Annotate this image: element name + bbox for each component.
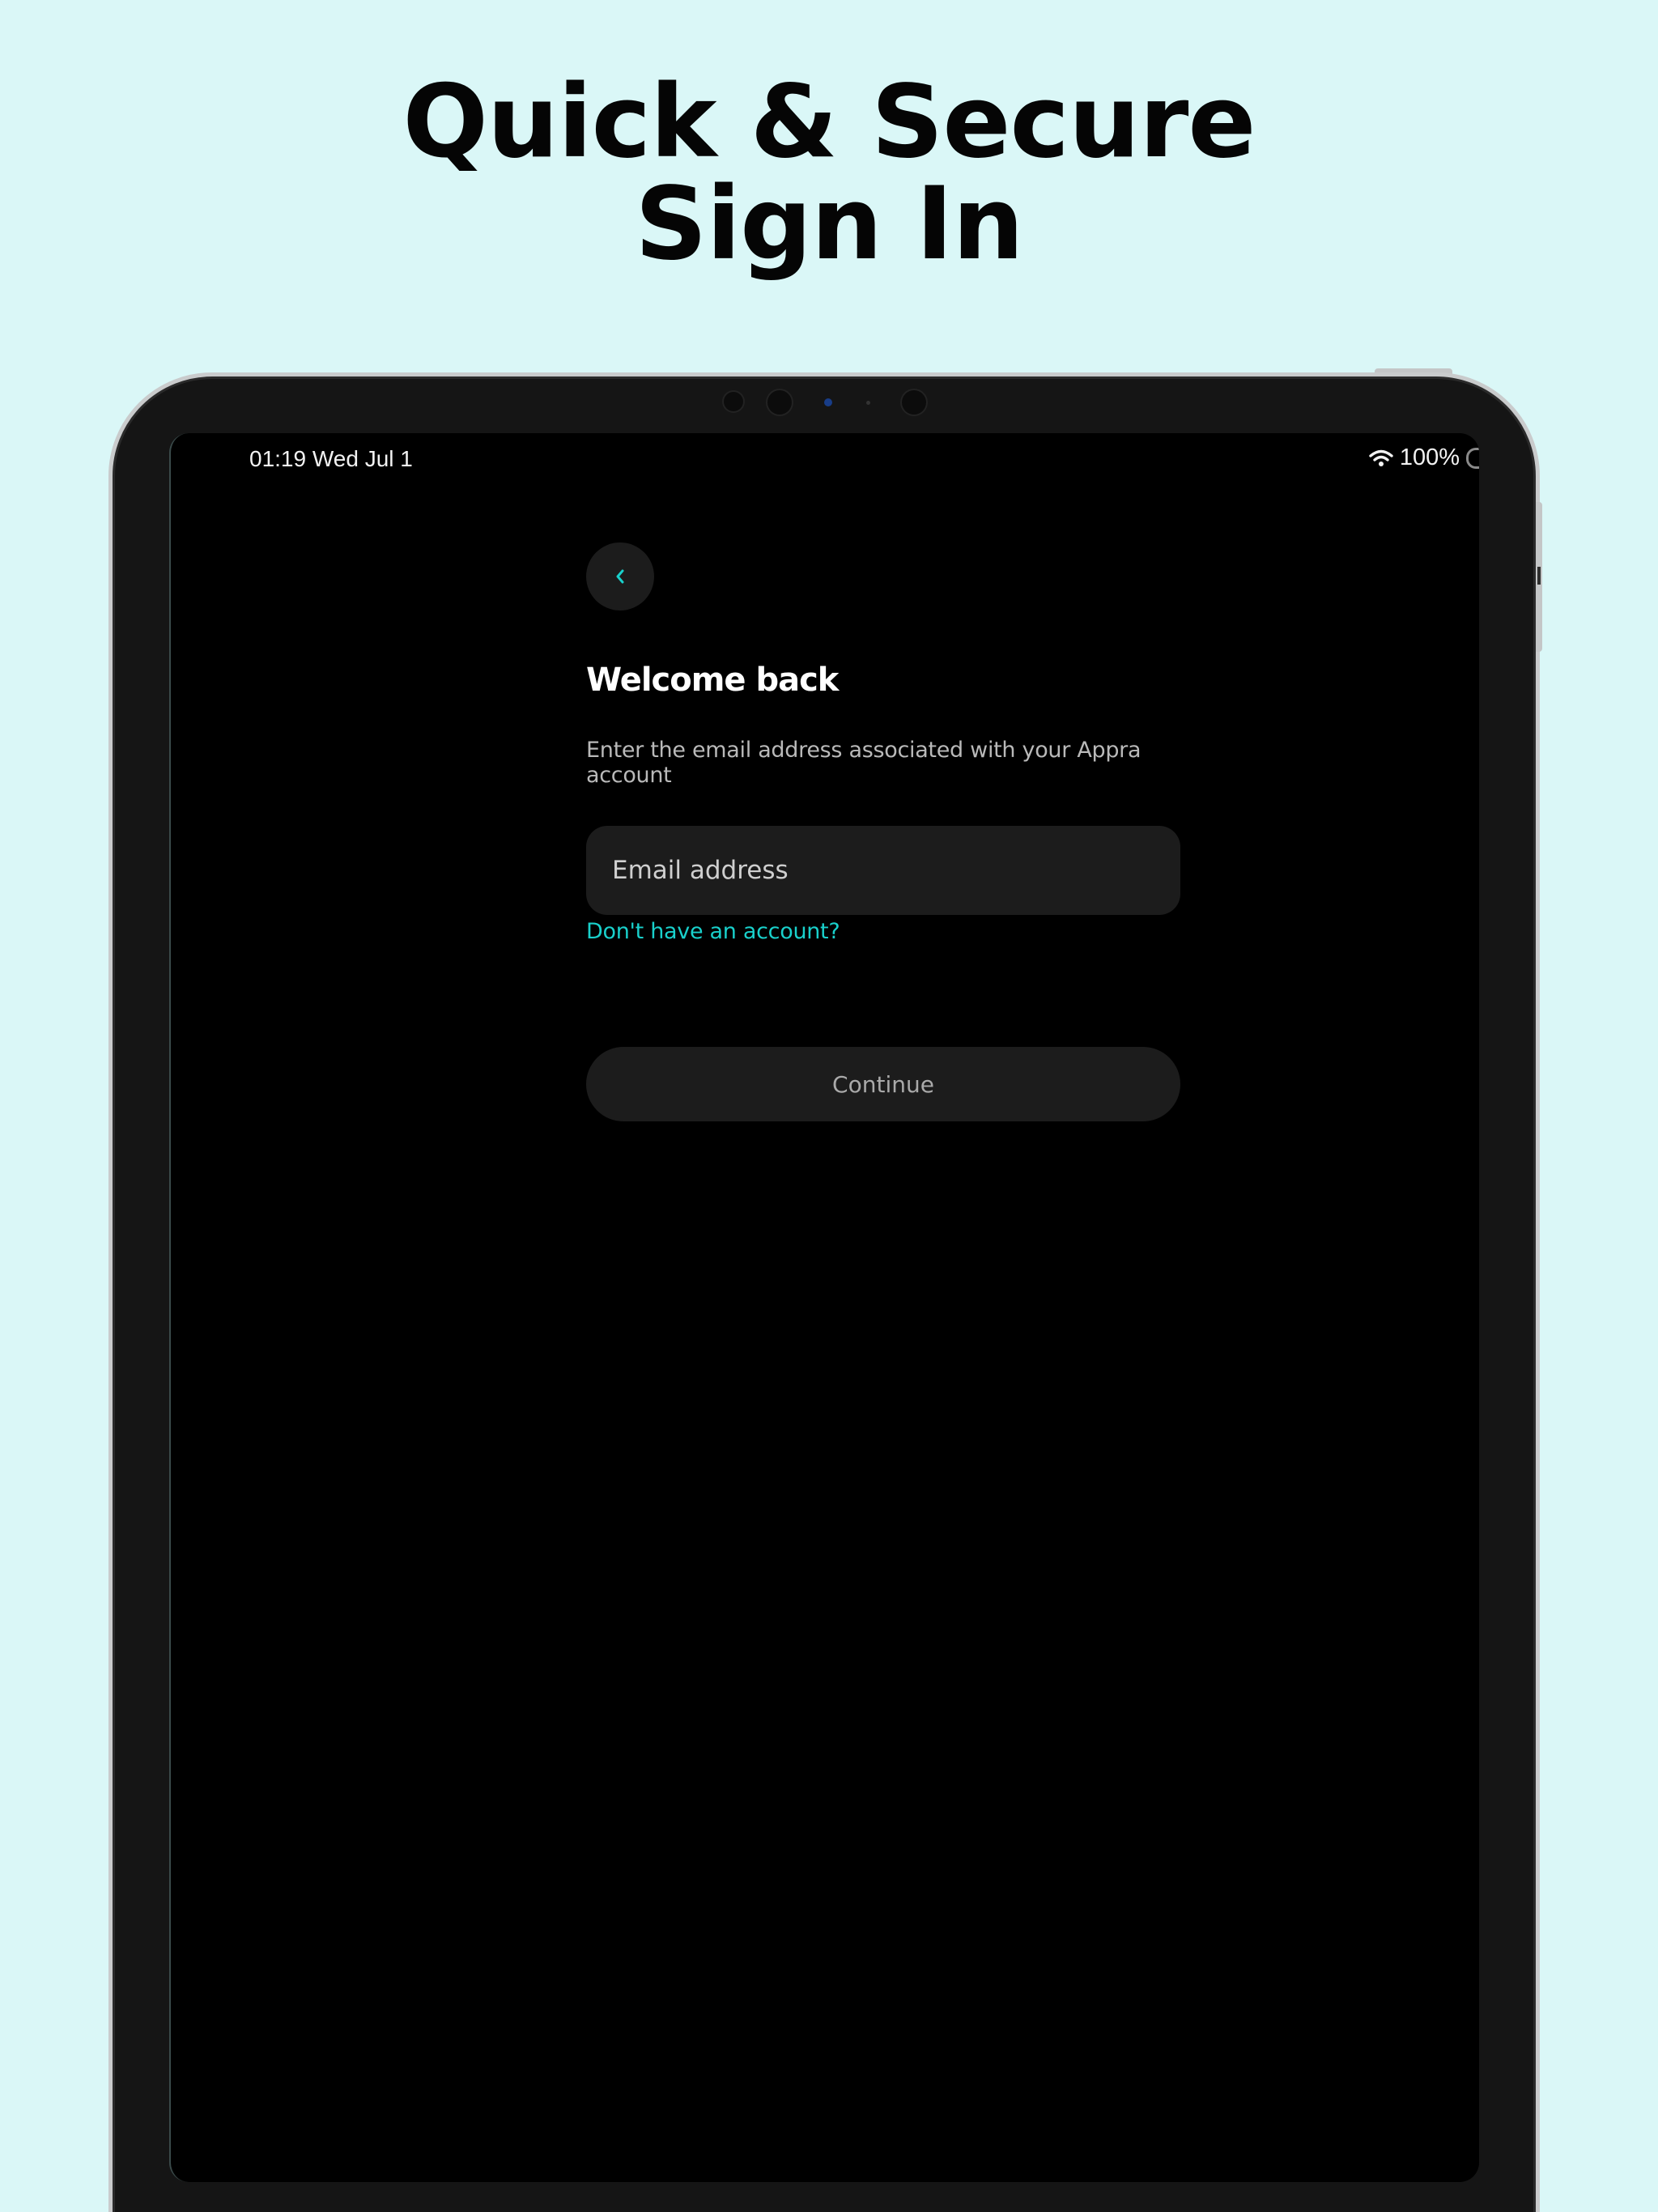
continue-button[interactable]: Continue xyxy=(586,1047,1180,1121)
front-camera-array xyxy=(721,389,931,416)
create-account-link[interactable]: Don't have an account? xyxy=(586,919,840,944)
sensor-dot-icon xyxy=(866,401,870,405)
battery-percentage: 100% xyxy=(1399,445,1460,470)
back-button[interactable] xyxy=(586,542,654,610)
device-side-button-detail xyxy=(1537,567,1541,585)
headline-line-1: Quick & Secure xyxy=(402,64,1256,181)
headline: Quick & Secure Sign In xyxy=(0,71,1658,275)
camera-lens-icon xyxy=(902,390,926,415)
page: Quick & Secure Sign In 01:19 Wed Jul 1 1… xyxy=(0,0,1658,2212)
headline-line-2: Sign In xyxy=(635,166,1023,283)
page-title: Welcome back xyxy=(586,661,839,699)
status-indicators: 100% xyxy=(1369,445,1479,471)
chevron-left-icon xyxy=(613,567,627,586)
battery-icon xyxy=(1466,447,1479,469)
status-time-date: 01:19 Wed Jul 1 xyxy=(249,446,413,471)
wifi-icon xyxy=(1369,449,1393,468)
camera-lens-icon xyxy=(767,390,792,415)
sensor-icon xyxy=(824,398,832,406)
camera-lens-icon xyxy=(724,392,743,411)
email-field[interactable] xyxy=(586,826,1180,915)
page-subtitle: Enter the email address associated with … xyxy=(586,738,1141,788)
app-screen: 01:19 Wed Jul 1 100% Welcome back Enter … xyxy=(169,433,1479,2182)
